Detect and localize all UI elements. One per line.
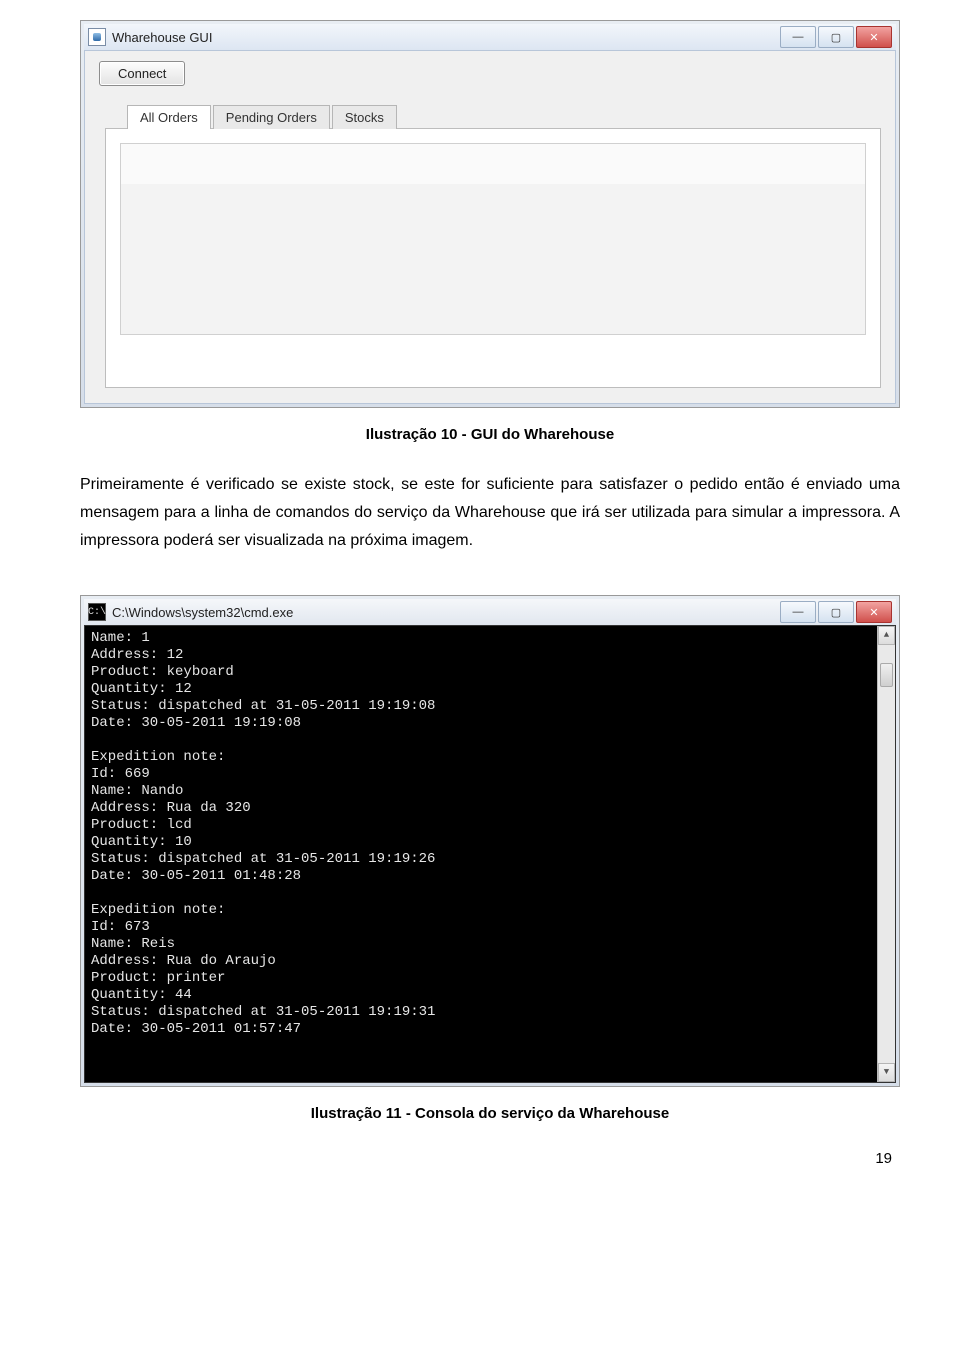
paragraph-1: Primeiramente é verificado se existe sto… [80,471,900,555]
maximize-button[interactable]: ▢ [818,26,854,48]
window-controls: — ▢ ✕ [780,26,892,48]
scroll-thumb[interactable] [880,663,893,687]
close-button[interactable]: ✕ [856,26,892,48]
figure-10-caption: Ilustração 10 - GUI do Wharehouse [80,426,900,443]
page-number: 19 [80,1150,892,1167]
wharehouse-gui-window: Wharehouse GUI — ▢ ✕ Connect All Orders … [80,20,900,408]
gui-client-area: Connect All Orders Pending Orders Stocks [84,50,896,404]
tabstrip: All Orders Pending Orders Stocks [127,105,881,129]
close-button[interactable]: ✕ [856,601,892,623]
scroll-track[interactable] [878,645,895,1063]
scroll-up-button[interactable]: ▲ [878,626,895,645]
tab-stocks[interactable]: Stocks [332,105,397,129]
tab-panel [105,128,881,388]
gui-titlebar[interactable]: Wharehouse GUI — ▢ ✕ [84,24,896,50]
connect-button[interactable]: Connect [99,61,185,86]
tab-all-orders[interactable]: All Orders [127,105,211,129]
figure-11-caption: Ilustração 11 - Consola do serviço da Wh… [80,1105,900,1122]
window-controls: — ▢ ✕ [780,601,892,623]
console-window: C:\ C:\Windows\system32\cmd.exe — ▢ ✕ Na… [80,595,900,1087]
minimize-button[interactable]: — [780,26,816,48]
console-titlebar[interactable]: C:\ C:\Windows\system32\cmd.exe — ▢ ✕ [84,599,896,625]
app-icon [88,28,106,46]
console-text: Name: 1 Address: 12 Product: keyboard Qu… [91,630,435,1037]
console-scrollbar[interactable]: ▲ ▼ [877,626,895,1082]
scroll-down-button[interactable]: ▼ [878,1063,895,1082]
console-window-title: C:\Windows\system32\cmd.exe [112,605,780,620]
maximize-button[interactable]: ▢ [818,601,854,623]
orders-list[interactable] [120,143,866,335]
console-output[interactable]: Name: 1 Address: 12 Product: keyboard Qu… [84,625,896,1083]
minimize-button[interactable]: — [780,601,816,623]
gui-window-title: Wharehouse GUI [112,30,780,45]
cmd-icon: C:\ [88,603,106,621]
tab-pending-orders[interactable]: Pending Orders [213,105,330,129]
